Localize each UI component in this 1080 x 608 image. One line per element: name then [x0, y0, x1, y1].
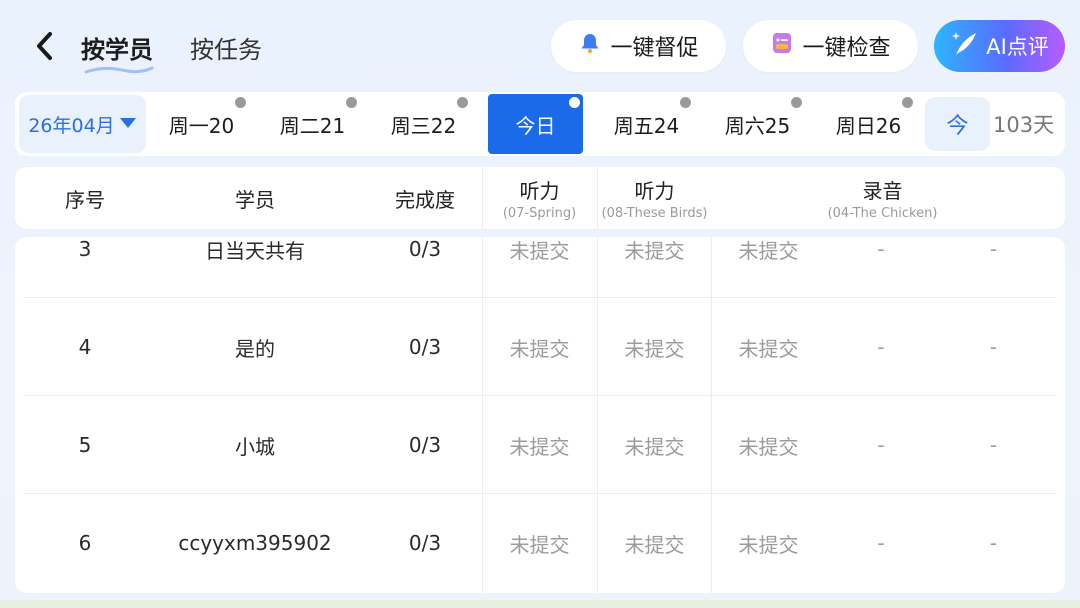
row-index: 6	[78, 531, 92, 555]
day-today[interactable]: 今日	[488, 94, 583, 154]
ai-review-button[interactable]: AI点评	[934, 20, 1065, 72]
check-all-button[interactable]: 一键检查	[743, 20, 918, 72]
day-sunday[interactable]: 周日26	[813, 92, 924, 156]
day-label: 今日	[515, 113, 556, 138]
column-header-completion: 完成度	[395, 187, 455, 212]
tab-by-task[interactable]: 按任务	[190, 30, 262, 65]
table-row[interactable]: 3 日当天共有 0/3 未提交 未提交 未提交 - -	[15, 237, 1065, 298]
row-status: -	[989, 531, 998, 555]
row-status: -	[877, 335, 885, 359]
day-label: 周三22	[390, 113, 457, 138]
quill-sparkle-icon	[950, 29, 980, 64]
row-status[interactable]: 未提交	[597, 396, 712, 494]
row-status: -	[989, 433, 998, 457]
back-arrow-icon[interactable]	[30, 28, 60, 64]
day-friday[interactable]: 周五24	[591, 92, 702, 156]
activity-dot	[569, 97, 580, 108]
bottom-edge	[0, 600, 1080, 608]
day-label: 周日26	[835, 113, 902, 138]
check-all-label: 一键检查	[802, 36, 891, 61]
row-status[interactable]: 未提交	[482, 237, 597, 298]
caret-down-icon	[119, 113, 137, 135]
row-status: -	[877, 433, 885, 457]
row-student: 日当天共有	[205, 238, 305, 263]
day-monday[interactable]: 周一20	[146, 92, 257, 156]
column-header-student: 学员	[235, 187, 275, 212]
activity-dot	[791, 97, 802, 108]
row-student: 小城	[235, 434, 275, 459]
day-wednesday[interactable]: 周三22	[368, 92, 479, 156]
row-status: -	[989, 237, 998, 261]
row-student: 是的	[235, 336, 275, 361]
row-index: 4	[78, 335, 92, 359]
column-header-listening-2: 听力 (08-These Birds)	[601, 179, 708, 221]
ai-review-label: AI点评	[986, 35, 1049, 59]
row-status[interactable]: 未提交	[711, 298, 826, 396]
row-status[interactable]: 未提交	[711, 494, 826, 592]
row-status: -	[989, 335, 998, 359]
row-status[interactable]: 未提交	[711, 396, 826, 494]
row-completion: 0/3	[408, 237, 442, 261]
column-header-recording: 录音 (04-The Chicken)	[827, 179, 938, 221]
row-index: 3	[78, 237, 92, 261]
row-status: -	[877, 531, 885, 555]
month-dropdown[interactable]: 26年04月	[19, 95, 146, 153]
column-header-index: 序号	[65, 187, 105, 212]
row-status[interactable]: 未提交	[597, 298, 712, 396]
day-saturday[interactable]: 周六25	[702, 92, 813, 156]
row-completion: 0/3	[408, 433, 442, 457]
table-row[interactable]: 6 ccyyxm395902 0/3 未提交 未提交 未提交 - -	[15, 494, 1065, 592]
table-row[interactable]: 4 是的 0/3 未提交 未提交 未提交 - -	[15, 298, 1065, 396]
row-status[interactable]: 未提交	[597, 237, 712, 298]
row-status[interactable]: 未提交	[482, 396, 597, 494]
day-label: 周六25	[724, 113, 791, 138]
row-completion: 0/3	[408, 335, 442, 359]
top-bar: 按学员 按任务 一键督促 一键检查 AI点评	[0, 0, 1080, 90]
clipboard-check-icon	[770, 31, 794, 61]
row-index: 5	[78, 433, 92, 457]
activity-dot	[680, 97, 691, 108]
row-student: ccyyxm395902	[178, 531, 332, 555]
row-status[interactable]: 未提交	[482, 494, 597, 592]
jump-today-button[interactable]: 今	[925, 97, 990, 151]
bell-icon	[578, 31, 602, 61]
activity-dot	[457, 97, 468, 108]
month-label: 26年04月	[28, 114, 115, 137]
activity-dot	[346, 97, 357, 108]
date-selector-bar: 26年04月 周一20 周二21 周三22 今日 周五24 周六25 周日26 …	[15, 92, 1065, 156]
day-label: 周二21	[279, 113, 346, 138]
activity-dot	[902, 97, 913, 108]
day-label: 周五24	[613, 113, 680, 138]
day-label: 周一20	[168, 113, 235, 138]
table-header: 序号 学员 完成度 听力 (07-Spring) 听力 (08-These Bi…	[15, 167, 1065, 229]
days-count: 103天	[993, 113, 1055, 137]
column-header-listening-1: 听力 (07-Spring)	[502, 179, 577, 221]
row-status[interactable]: 未提交	[597, 494, 712, 592]
table-row[interactable]: 5 小城 0/3 未提交 未提交 未提交 - -	[15, 396, 1065, 494]
row-status[interactable]: 未提交	[482, 298, 597, 396]
row-completion: 0/3	[408, 531, 442, 555]
remind-all-button[interactable]: 一键督促	[551, 20, 726, 72]
active-tab-underline	[84, 60, 154, 74]
table-body[interactable]: 3 日当天共有 0/3 未提交 未提交 未提交 - - 4 是的 0/3 未提交…	[15, 237, 1065, 593]
day-tuesday[interactable]: 周二21	[257, 92, 368, 156]
row-status: -	[877, 237, 885, 261]
activity-dot	[235, 97, 246, 108]
remind-all-label: 一键督促	[610, 36, 699, 61]
row-status[interactable]: 未提交	[711, 237, 826, 298]
